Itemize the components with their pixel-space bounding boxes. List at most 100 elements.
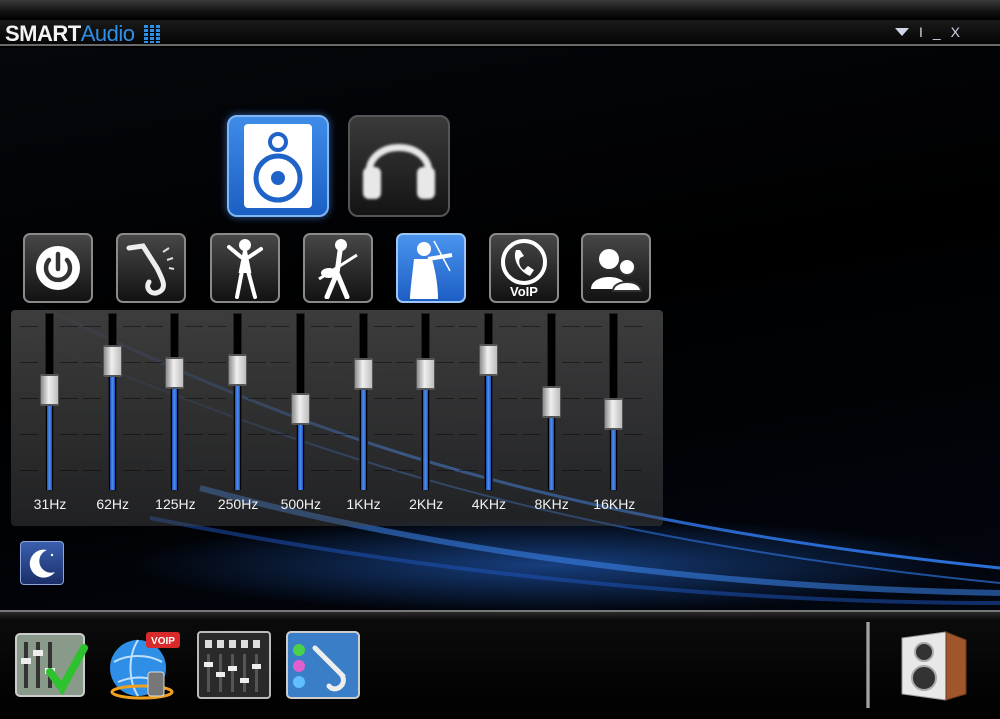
eq-slider-fill	[47, 391, 52, 490]
eq-slider-track[interactable]	[233, 313, 243, 491]
eq-tick-mark	[270, 434, 289, 435]
eq-tick-mark	[145, 326, 164, 327]
eq-slider-knob[interactable]	[40, 374, 59, 407]
close-button[interactable]: X	[951, 24, 960, 40]
window-separator: I	[918, 24, 923, 40]
eq-tick-mark	[436, 398, 455, 399]
eq-tick-mark	[60, 470, 78, 471]
eq-band-label: 62Hz	[96, 496, 130, 512]
main-panel: VoIP 31Hz 62Hz 125Hz 250Hz 500Hz 1KHz 2KHz 4KHz…	[0, 48, 1000, 610]
preset-rock-button[interactable]	[303, 233, 373, 303]
eq-tick-mark	[248, 362, 267, 363]
preset-classical-button[interactable]	[396, 233, 466, 303]
eq-tick-mark	[396, 434, 415, 435]
eq-tick-mark	[373, 398, 392, 399]
eq-band-label: 8KHz	[534, 496, 569, 512]
eq-slider-fill	[423, 375, 429, 490]
eq-slider-knob[interactable]	[604, 397, 624, 430]
eq-slider-fill	[360, 375, 366, 490]
nav-audio-jack-button[interactable]	[285, 628, 361, 702]
nav-speaker-cabinet-button[interactable]	[894, 628, 970, 702]
eq-tick-mark	[436, 434, 455, 435]
preset-pop-button[interactable]	[210, 233, 280, 303]
eq-tick-mark	[436, 362, 455, 363]
eq-tick-mark	[498, 434, 517, 435]
eq-band-label: 1KHz	[346, 496, 381, 512]
eq-tick-mark	[584, 326, 603, 327]
eq-tick-mark	[82, 470, 101, 471]
audio-jack-icon	[286, 631, 360, 699]
nav-voip-button[interactable]: VOIP	[104, 628, 184, 702]
eq-slider-track[interactable]	[358, 313, 368, 491]
eq-slider-knob[interactable]	[416, 358, 436, 391]
nav-equalizer-button[interactable]	[196, 628, 272, 702]
eq-tick-mark	[521, 398, 540, 399]
user-profile-icon	[591, 249, 643, 292]
eq-band-label: 2KHz	[409, 496, 444, 512]
eq-slider-track[interactable]	[421, 313, 431, 491]
eq-tick-mark	[584, 434, 603, 435]
eq-tick-mark	[60, 362, 78, 363]
eq-tick-mark	[145, 398, 164, 399]
eq-tick-mark	[20, 398, 38, 399]
eq-slider-knob[interactable]	[353, 358, 373, 391]
night-mode-button[interactable]	[20, 541, 64, 585]
eq-slider-track[interactable]	[170, 313, 180, 491]
eq-tick-mark	[396, 362, 415, 363]
eq-slider-knob[interactable]	[290, 393, 310, 426]
eq-tick-mark	[561, 470, 580, 471]
eq-slider-track[interactable]	[483, 313, 493, 491]
eq-tick-mark	[122, 470, 141, 471]
eq-tick-mark	[185, 362, 204, 363]
title-bar[interactable]: SMARTAudio I _ X	[0, 20, 1000, 46]
logo-bars-icon	[144, 25, 161, 43]
eq-tick-mark	[333, 398, 352, 399]
eq-tick-mark	[498, 398, 517, 399]
eq-tick-mark	[373, 434, 392, 435]
eq-slider-track[interactable]	[107, 313, 117, 491]
preset-power-button[interactable]	[23, 233, 93, 303]
headphones-icon	[363, 144, 435, 199]
eq-tick-mark	[561, 434, 580, 435]
eq-slider-knob[interactable]	[541, 386, 561, 418]
eq-tick-mark	[208, 362, 227, 363]
nav-settings-check-button[interactable]	[14, 628, 88, 702]
eq-tick-mark	[310, 470, 329, 471]
eq-slider-fill	[485, 360, 491, 490]
eq-tick-mark	[82, 434, 101, 435]
mixer-check-icon	[15, 633, 88, 697]
eq-slider-knob[interactable]	[478, 343, 498, 376]
preset-user-button[interactable]	[581, 233, 651, 303]
headphones-device-button[interactable]	[348, 115, 450, 217]
guitarist-icon	[318, 239, 358, 299]
preset-jazz-button[interactable]	[116, 233, 186, 303]
voip-badge-text: VOIP	[151, 636, 175, 647]
eq-tick-mark	[584, 470, 603, 471]
eq-tick-mark	[145, 362, 164, 363]
equalizer-panel-icon	[197, 631, 271, 699]
eq-tick-mark	[270, 362, 289, 363]
eq-slider-fill	[235, 370, 241, 490]
logo-text-audio: Audio	[80, 21, 135, 46]
minimize-button[interactable]: _	[933, 24, 941, 40]
eq-slider-knob[interactable]	[228, 353, 248, 386]
eq-tick-mark	[310, 362, 329, 363]
dropdown-arrow-icon[interactable]	[894, 28, 909, 36]
eq-band-label: 4KHz	[471, 496, 506, 512]
eq-tick-mark	[270, 326, 289, 327]
eq-band-label: 125Hz	[155, 496, 196, 512]
equalizer-panel: 31Hz 62Hz 125Hz 250Hz 500Hz 1KHz 2KHz 4KHz 8KHz 1…	[11, 310, 663, 526]
eq-tick-mark	[624, 326, 643, 327]
eq-slider-knob[interactable]	[102, 345, 122, 378]
eq-tick-mark	[561, 398, 580, 399]
eq-tick-mark	[122, 326, 141, 327]
eq-tick-mark	[584, 398, 603, 399]
eq-tick-mark	[145, 434, 164, 435]
preset-voip-button[interactable]: VoIP	[489, 233, 559, 303]
eq-tick-mark	[248, 398, 267, 399]
eq-tick-mark	[458, 434, 477, 435]
speaker-device-button[interactable]	[227, 115, 329, 217]
eq-tick-mark	[458, 326, 477, 327]
bottom-navigation-bar: VOIP	[0, 610, 1000, 719]
eq-slider-knob[interactable]	[165, 356, 185, 389]
